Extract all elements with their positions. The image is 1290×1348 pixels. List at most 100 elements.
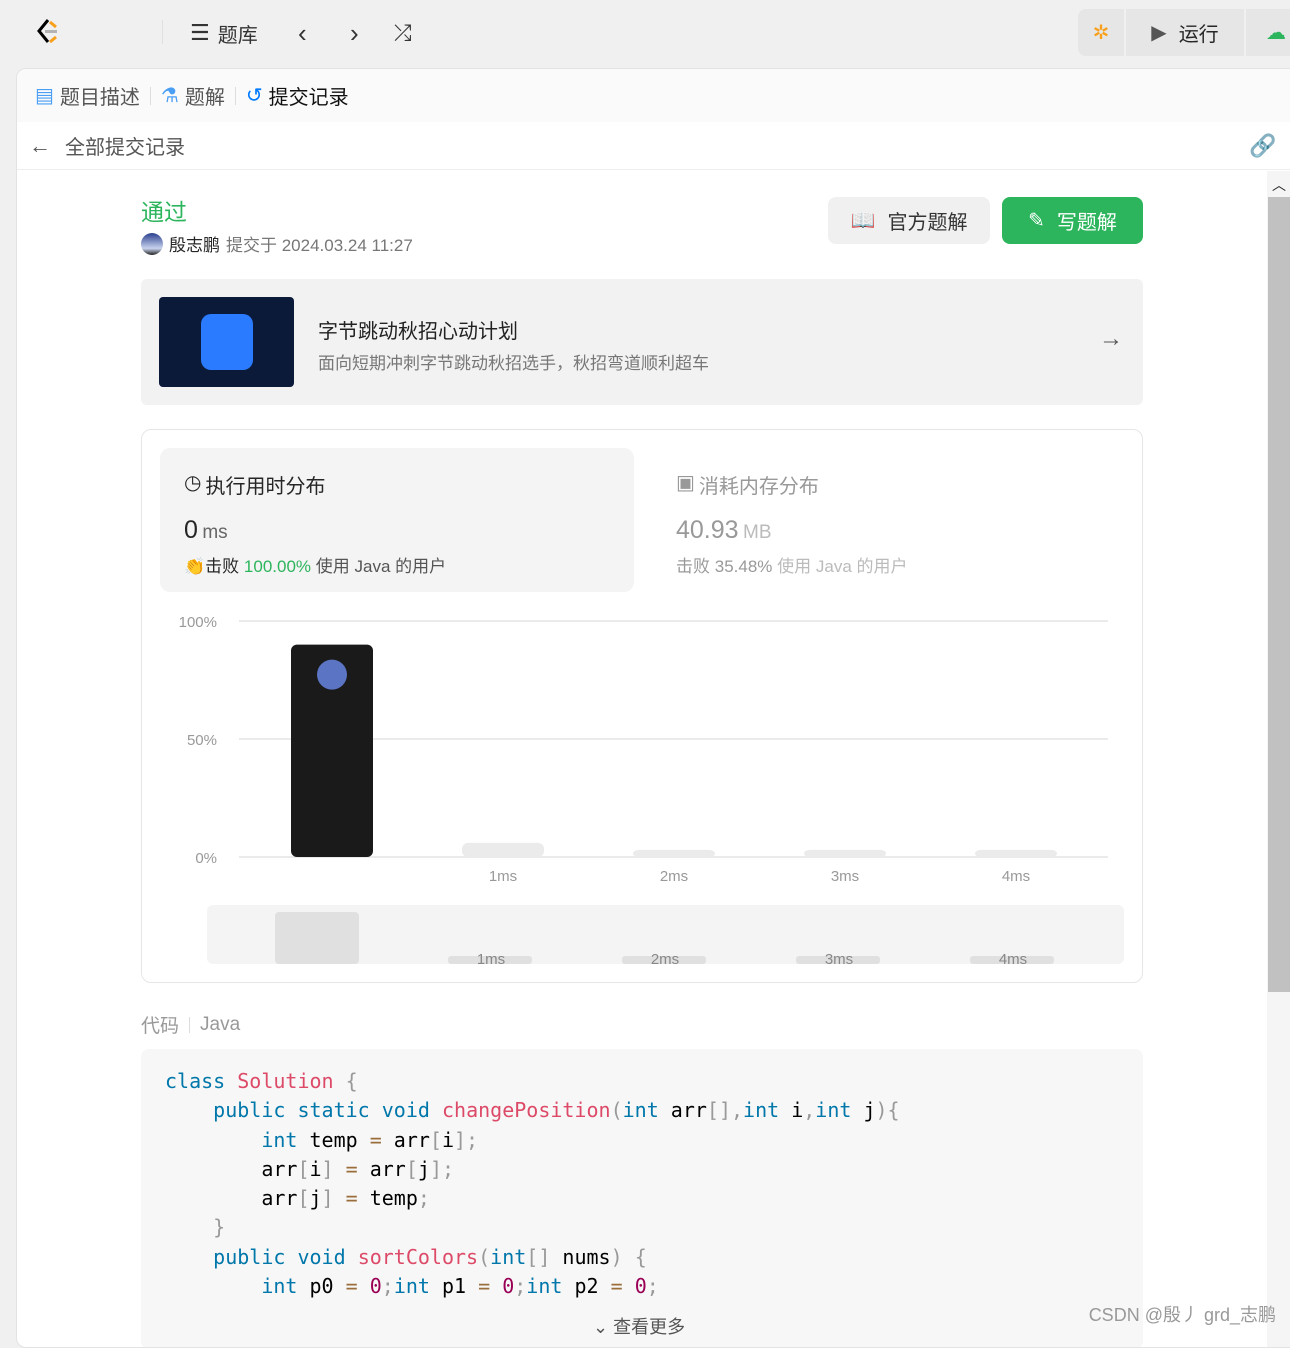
tab-submissions[interactable]: ↺ 提交记录 [246, 81, 349, 110]
runtime-card[interactable]: ◷ 执行用时分布 0 ms 👏击败 100.00% 使用 Java 的用户 [160, 448, 634, 592]
code-token: 0 [502, 1274, 515, 1299]
run-button[interactable]: ▶ 运行 [1126, 9, 1246, 56]
beat-prefix: 击败 [205, 557, 240, 576]
code-token: ( [478, 1244, 491, 1269]
code-line: class Solution { [165, 1067, 1119, 1096]
code-token: int [622, 1098, 659, 1123]
divider [162, 20, 163, 44]
code-token: = [345, 1274, 358, 1299]
show-more-label: 查看更多 [613, 1317, 686, 1337]
bar-avatar [317, 659, 347, 690]
show-more-button[interactable]: ⌄ 查看更多 [593, 1313, 685, 1339]
code-token: j [309, 1186, 322, 1211]
code-token: temp [297, 1127, 370, 1152]
edit-icon: ✎ [1028, 210, 1045, 232]
problem-list-label: 题库 [217, 24, 258, 47]
code-language: Java [200, 1013, 241, 1035]
code-token: i [309, 1156, 322, 1181]
bar-4ms [975, 849, 1057, 857]
user-name[interactable]: 殷志鹏 [169, 231, 220, 256]
tab-description[interactable]: ▤ 题目描述 [35, 81, 140, 110]
runtime-distribution-chart[interactable]: 100% 50% 0% 1ms 2ms 3ms 4ms 1ms 2ms 3ms 4ms [142, 600, 1142, 980]
code-token: ( [610, 1098, 623, 1123]
code-token: [ [429, 1127, 442, 1152]
code-token: ; [646, 1274, 659, 1299]
back-to-all-submissions[interactable]: ← 全部提交记录 🔗 [17, 122, 1290, 170]
minimap-label: 3ms [825, 951, 853, 968]
doc-icon: ▤ [35, 85, 54, 107]
runtime-unit: ms [202, 522, 228, 543]
promo-banner[interactable]: 字节跳动秋招心动计划 面向短期冲刺字节跳动秋招选手，秋招弯道顺利超车 → [141, 279, 1143, 405]
code-line: int temp = arr[i]; [165, 1126, 1119, 1155]
code-token: = [610, 1274, 623, 1299]
top-bar: ☰ 题库 ‹ › ⤮ ✲ ▶ 运行 ☁ [0, 0, 1290, 66]
runtime-beat: 100.00% [243, 557, 312, 576]
official-solution-button[interactable]: 📖 官方题解 [828, 197, 990, 244]
memory-title: 消耗内存分布 [698, 476, 819, 498]
code-token: [] [526, 1244, 551, 1269]
code-token: arr [658, 1098, 707, 1123]
scrollbar-thumb[interactable] [1268, 197, 1290, 992]
code-token: arr [165, 1156, 298, 1181]
tab-label: 题解 [184, 87, 225, 109]
y-tick-label: 100% [179, 614, 217, 631]
code-line: } [165, 1213, 1119, 1242]
minimap-label: 1ms [477, 951, 505, 968]
code-token: { [634, 1244, 647, 1269]
tab-label: 提交记录 [268, 87, 349, 109]
code-token: [], [706, 1098, 744, 1123]
problem-list-button[interactable]: ☰ 题库 [190, 18, 258, 48]
banner-image [159, 297, 294, 387]
code-token: = [345, 1156, 358, 1181]
y-tick-label: 50% [187, 732, 217, 749]
tab-solutions[interactable]: ⚗ 题解 [161, 81, 225, 110]
leetcode-logo-icon[interactable] [30, 14, 66, 50]
code-token: int [743, 1098, 780, 1123]
submit-cloud-icon[interactable]: ☁ [1246, 9, 1290, 56]
avatar[interactable] [141, 232, 163, 255]
run-toolbar: ✲ ▶ 运行 ☁ [1078, 9, 1290, 56]
minimap-label: 2ms [651, 951, 679, 968]
arrow-left-icon: ← [29, 132, 51, 158]
beat-suffix: 使用 Java 的用户 [315, 557, 447, 576]
y-tick-label: 0% [195, 850, 217, 867]
code-token: int [815, 1098, 852, 1123]
stats-box: ◷ 执行用时分布 0 ms 👏击败 100.00% 使用 Java 的用户 ▣ 消耗… [141, 429, 1143, 983]
banner-subtitle: 面向短期冲刺字节跳动秋招选手，秋招弯道顺利超车 [318, 354, 709, 373]
divider [234, 86, 236, 105]
code-token: ; [417, 1186, 430, 1211]
bar-1ms [462, 842, 544, 857]
shuffle-icon[interactable]: ⤮ [394, 18, 412, 48]
clap-icon: 👏 [184, 557, 206, 576]
divider [189, 1016, 191, 1033]
code-token: [ [297, 1186, 310, 1211]
prev-problem-icon[interactable]: ‹ [298, 18, 307, 48]
bar-2ms [633, 849, 715, 857]
next-problem-icon[interactable]: › [350, 18, 359, 48]
memory-value: 40.93 [676, 516, 739, 544]
debug-icon[interactable]: ✲ [1078, 9, 1126, 56]
memory-card[interactable]: ▣ 消耗内存分布 40.93 MB 击败 35.48% 使用 Java 的用户 [658, 448, 1132, 592]
submit-time: 提交于 2024.03.24 11:27 [226, 236, 413, 255]
write-solution-button[interactable]: ✎ 写题解 [1002, 197, 1143, 244]
scroll-up-icon[interactable]: ︿ [1267, 171, 1290, 195]
code-token: 0 [634, 1274, 647, 1299]
link-icon[interactable]: 🔗 [1249, 133, 1276, 159]
code-block[interactable]: class Solution { public static void chan… [141, 1049, 1143, 1347]
code-token: public [213, 1098, 286, 1123]
code-token: sortColors [357, 1244, 479, 1269]
play-icon: ▶ [1151, 22, 1167, 44]
beat-suffix: 使用 Java 的用户 [777, 557, 908, 576]
panel-tabs: ▤ 题目描述 ⚗ 题解 ↺ 提交记录 [17, 69, 1290, 122]
bar-3ms [804, 849, 886, 857]
code-token: p1 [429, 1274, 479, 1299]
